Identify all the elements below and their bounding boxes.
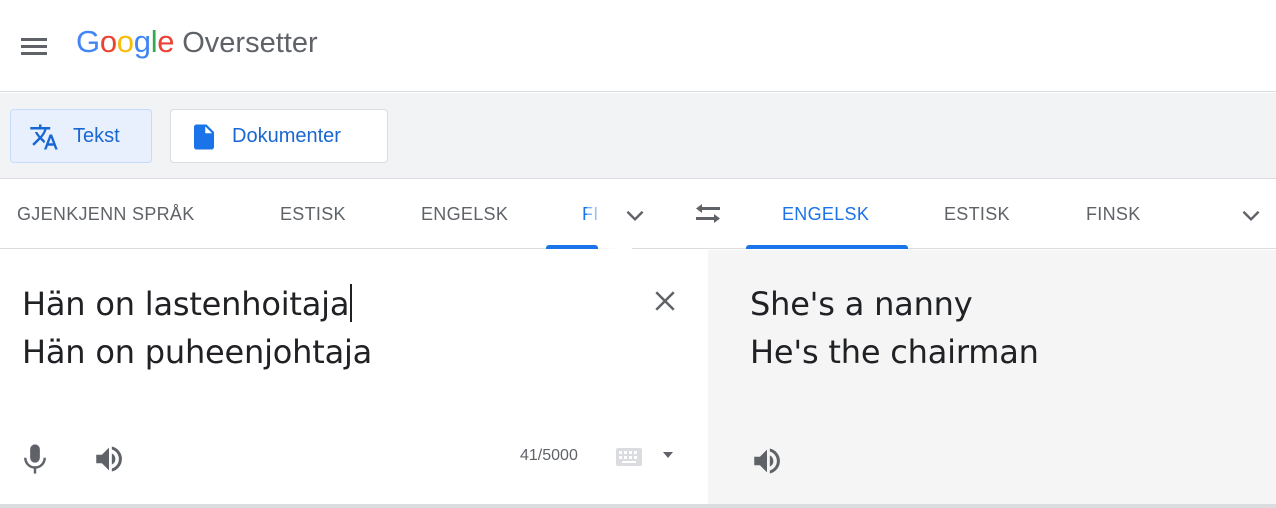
tab-target-estisk[interactable]: ESTISK <box>944 180 1010 249</box>
text-mode-label: Tekst <box>73 124 120 147</box>
documents-mode-label: Dokumenter <box>232 124 341 147</box>
tab-source-engelsk[interactable]: ENGELSK <box>421 180 508 249</box>
source-line: Hän on lastenhoitaja <box>22 285 350 323</box>
text-mode-button[interactable]: Tekst <box>10 109 152 163</box>
close-icon[interactable] <box>650 286 680 316</box>
logo-letter: g <box>133 24 151 59</box>
logo-letter: o <box>99 24 117 59</box>
microphone-icon[interactable] <box>20 442 50 476</box>
character-counter: 41/5000 <box>520 447 578 464</box>
google-translate-logo[interactable]: G o o g l e Oversetter <box>76 24 318 66</box>
keyboard-icon[interactable] <box>616 448 642 466</box>
tab-target-engelsk[interactable]: ENGELSK <box>782 180 869 249</box>
source-line: Hän on puheenjohtaja <box>22 333 373 371</box>
translation-line: He's the chairman <box>750 333 1039 371</box>
chevron-down-icon[interactable] <box>1238 202 1264 228</box>
tab-source-estisk[interactable]: ESTISK <box>280 180 346 249</box>
bottom-divider <box>0 504 1276 508</box>
speaker-icon[interactable] <box>750 444 784 478</box>
translation-output: She's a nanny He's the chairman <box>750 280 1039 376</box>
text-caret <box>350 284 353 322</box>
swap-languages-icon[interactable] <box>692 200 724 228</box>
tab-detect-language[interactable]: GJENKJENN SPRÅK <box>17 180 195 249</box>
logo-letter: G <box>76 24 100 59</box>
hamburger-menu-icon[interactable] <box>18 30 50 62</box>
target-panel: She's a nanny He's the chairman <box>708 250 1276 506</box>
logo-letter: e <box>157 24 175 59</box>
product-name: Oversetter <box>182 27 318 59</box>
logo-letter: l <box>150 24 158 59</box>
caret-down-icon[interactable] <box>662 451 674 459</box>
source-panel: Hän on lastenhoitaja Hän on puheenjohtaj… <box>0 250 708 506</box>
language-bar: GJENKJENN SPRÅK ESTISK ENGELSK FI ENGELS… <box>0 180 1276 249</box>
translation-line: She's a nanny <box>750 285 973 323</box>
document-icon <box>194 124 214 150</box>
target-active-underline <box>746 245 908 249</box>
logo-letter: o <box>116 24 134 59</box>
documents-mode-button[interactable]: Dokumenter <box>170 109 388 163</box>
translate-icon <box>30 124 58 150</box>
tab-target-finsk[interactable]: FINSK <box>1086 180 1141 249</box>
app-header: G o o g l e Oversetter <box>0 0 1276 92</box>
speaker-icon[interactable] <box>92 442 126 476</box>
mode-bar: Tekst Dokumenter <box>0 93 1276 179</box>
source-text-input[interactable]: Hän on lastenhoitaja Hän on puheenjohtaj… <box>22 280 372 376</box>
source-active-underline <box>546 245 598 249</box>
chevron-down-icon[interactable] <box>622 202 648 228</box>
